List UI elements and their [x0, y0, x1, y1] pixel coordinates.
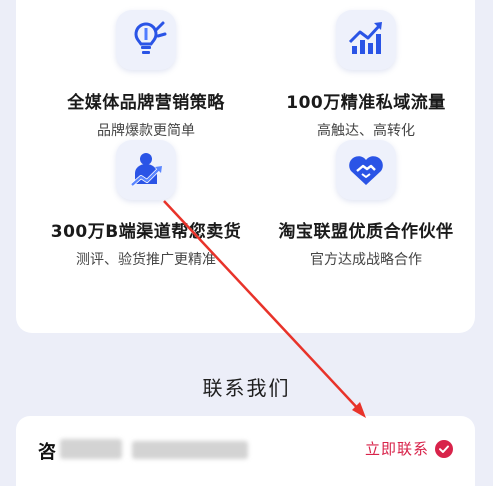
feature-item-brand-marketing: 全媒体品牌营销策略 品牌爆款更简单 [41, 0, 251, 140]
feature-title: 淘宝联盟优质合作伙伴 [278, 222, 454, 242]
consult-label: 咨 [38, 442, 56, 463]
sales-person-icon [116, 140, 176, 200]
feature-item-private-traffic: 100万精准私域流量 高触达、高转化 [261, 0, 471, 140]
contact-section-title: 联系我们 [202, 376, 291, 400]
feature-title: 300万B端渠道帮您卖货 [50, 222, 242, 242]
features-card: 全媒体品牌营销策略 品牌爆款更简单 100万精准私域流量 高触达、高转化 300… [16, 0, 475, 333]
feature-title: 100万精准私域流量 [286, 93, 446, 113]
feature-subtitle: 高触达、高转化 [317, 123, 415, 139]
growth-chart-icon [336, 10, 396, 70]
lightbulb-icon [116, 10, 176, 70]
feature-item-taobao-partner: 淘宝联盟优质合作伙伴 官方达成战略合作 [261, 140, 471, 300]
redacted-contact-info [132, 441, 248, 459]
feature-item-b2b-channel: 300万B端渠道帮您卖货 测评、验货推广更精准 [41, 140, 251, 300]
feature-title: 全媒体品牌营销策略 [67, 93, 225, 113]
contact-bar: 咨 立即联系 [16, 416, 475, 486]
feature-subtitle: 官方达成战略合作 [310, 252, 422, 268]
check-circle-icon[interactable] [435, 440, 453, 458]
redacted-contact-info [60, 439, 122, 459]
contact-now-link[interactable]: 立即联系 [365, 438, 429, 459]
feature-subtitle: 品牌爆款更简单 [97, 123, 195, 139]
feature-subtitle: 测评、验货推广更精准 [76, 252, 216, 268]
handshake-heart-icon [336, 140, 396, 200]
